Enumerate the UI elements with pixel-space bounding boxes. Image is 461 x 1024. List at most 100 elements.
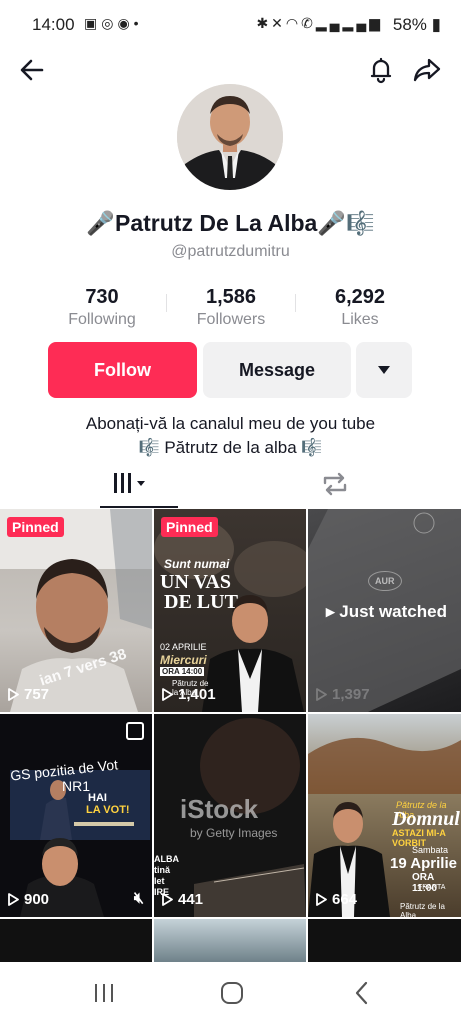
view-count-value: 1,397 [332, 686, 370, 703]
watermark: iStock [180, 794, 259, 824]
event-day: Miercuri [160, 653, 207, 667]
signal-icon: ▂▄ [315, 15, 343, 31]
video-headline: DE LUT [164, 591, 238, 613]
play-icon [316, 893, 327, 906]
more-dropdown-button[interactable] [356, 342, 412, 398]
side-text-line: tină [154, 865, 171, 875]
call-icon: ✆ [301, 15, 316, 31]
view-count: 900 [8, 891, 49, 908]
stat-label: Likes [341, 311, 379, 328]
whatsapp-icon: ◎ [101, 15, 118, 31]
grid-icon [114, 473, 145, 493]
side-text-line: let [154, 876, 165, 886]
profile-bio: Abonați-vă la canalul meu de you tube 🎼 … [0, 412, 461, 460]
multi-photo-icon [126, 722, 144, 740]
system-nav-bar [0, 962, 461, 1024]
stat-value: 6,292 [334, 286, 386, 308]
follow-button[interactable]: Follow [48, 342, 197, 398]
event-date: 19 Aprilie [390, 855, 457, 872]
stat-likes[interactable]: 6,292 Likes [290, 286, 430, 329]
video-tile[interactable] [308, 919, 461, 964]
profile-handle: @patrutzdumitru [171, 243, 290, 260]
video-caption: NR1 [62, 778, 91, 794]
view-count: 1,397 [316, 686, 370, 703]
event-day: Sambata [412, 845, 449, 855]
content-tabs [0, 462, 461, 508]
video-tile[interactable] [0, 919, 152, 964]
share-icon[interactable] [407, 50, 447, 90]
bell-icon[interactable] [361, 50, 401, 90]
play-icon [316, 688, 327, 701]
tab-videos[interactable] [110, 470, 150, 503]
pinned-badge: Pinned [161, 517, 218, 537]
stat-value: 1,586 [205, 286, 257, 308]
bluetooth-icon: ✱ [256, 15, 272, 31]
mute-icon: ✕ [271, 15, 286, 31]
play-icon [162, 893, 173, 906]
status-bar: 14:00 ▣◎◉• ✱✕◠✆▂▄▂▄▆ 58% ▮ [0, 0, 461, 50]
banner-text: LA VOT! [86, 804, 130, 816]
signal-icon: ▂▄▆ [342, 15, 383, 31]
profile-name: 🎤Patrutz De La Alba🎤🎼 [86, 210, 375, 236]
dot-icon: • [133, 15, 143, 31]
video-tile[interactable]: Pinned ian 7 vers 38 757 [0, 509, 152, 712]
play-icon [8, 893, 19, 906]
muted-icon: 🔇︎ [133, 890, 144, 907]
tab-reposts[interactable] [320, 470, 350, 503]
active-tab-indicator [100, 506, 178, 508]
messenger-icon: ◉ [117, 15, 134, 31]
system-icons: ✱✕◠✆▂▄▂▄▆ [256, 15, 383, 32]
video-tile[interactable]: Pinned Sunt numai UN VAS DE LUT 02 APRIL… [154, 509, 306, 712]
video-headline: Sunt numai [164, 557, 230, 571]
brand-footer: Pătrutz de la Alba [400, 902, 445, 917]
video-tile[interactable]: GS pozitia de Vot NR1 HAI LA VOT! 900 🔇︎ [0, 714, 152, 917]
video-tile[interactable]: iStock by Getty Images ALBA tină let IRE… [154, 714, 306, 917]
video-tile[interactable]: AUR ▸ Just watched 1,397 [308, 509, 461, 712]
view-count-value: 1,401 [178, 686, 216, 703]
event-date: 02 APRILIE [160, 642, 207, 652]
event-hour: ORA 14:00 [160, 667, 205, 676]
side-text-line: ALBA [154, 854, 179, 864]
wifi-icon: ◠ [285, 15, 302, 31]
pinned-badge: Pinned [7, 517, 64, 537]
stat-label: Followers [196, 311, 266, 328]
repost-icon [323, 472, 347, 496]
bio-line: 🎼 Pătrutz de la alba 🎼 [138, 438, 323, 457]
battery-level: 58% ▮ [392, 15, 441, 34]
video-tile[interactable]: Pătrutz de la Alba Domnul ASTAZI MI-A VO… [308, 714, 461, 917]
video-tile[interactable] [154, 919, 306, 964]
gallery-icon: ▣ [84, 15, 102, 31]
view-count: 1,401 [162, 686, 216, 703]
notification-icons: ▣◎◉• [84, 15, 143, 32]
play-icon [162, 688, 173, 701]
status-time: 14:00 [32, 15, 75, 34]
stat-value: 730 [85, 286, 119, 308]
document-stamp: AUR [368, 571, 402, 591]
home-icon[interactable] [219, 980, 245, 1011]
profile-stats: 730 Following 1,586 Followers 6,292 Like… [0, 286, 461, 334]
view-count-value: 900 [24, 891, 50, 908]
view-count: 441 [162, 891, 203, 908]
view-count: 664 [316, 891, 357, 908]
back-arrow-icon[interactable] [12, 50, 52, 90]
play-icon [8, 688, 19, 701]
caret-down-icon [378, 366, 390, 374]
view-count-value: 441 [178, 891, 204, 908]
watermark-subtitle: by Getty Images [190, 826, 278, 840]
stat-following[interactable]: 730 Following [32, 286, 172, 329]
message-button[interactable]: Message [203, 342, 351, 398]
banner-text: HAI [88, 792, 107, 804]
stat-followers[interactable]: 1,586 Followers [161, 286, 301, 329]
recent-apps-icon[interactable] [92, 982, 116, 1009]
avatar[interactable] [177, 84, 283, 190]
stat-label: Following [68, 311, 136, 328]
back-nav-icon[interactable] [350, 980, 374, 1011]
view-count: 757 [8, 686, 49, 703]
bio-line: Abonați-vă la canalul meu de you tube [85, 414, 376, 433]
battery-icon: ▮ [431, 15, 441, 34]
just-watched-label: ▸ Just watched [326, 602, 447, 621]
event-place: FRANTA [418, 884, 446, 891]
view-count-value: 664 [332, 891, 358, 908]
view-count-value: 757 [24, 686, 50, 703]
just-watched-text: Just watched [339, 602, 447, 621]
